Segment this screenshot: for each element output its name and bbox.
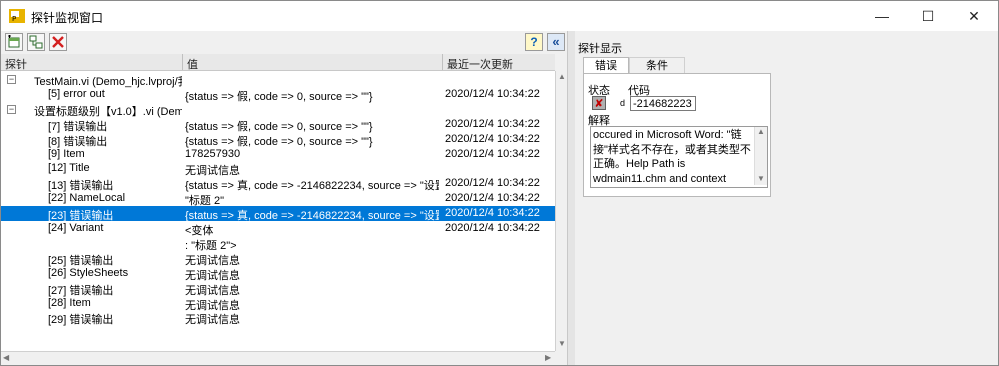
column-updated[interactable]: 最近一次更新 [447, 56, 513, 72]
add-probe-button[interactable] [5, 33, 23, 51]
probe-tree: − TestMain.vi (Demo_hjc.lvproj/我 [5] error… [1, 71, 555, 351]
toolbar: ? « [1, 31, 567, 53]
error-tab-panel: 状态 代码 ✘ d -214682223 解释 occured in Micro… [583, 73, 771, 197]
probe-watch-window: P 探针监视窗口 — ☐ ✕ ? « 探针 值 最近一次更新 − TestMai… [0, 0, 999, 366]
maximize-button[interactable]: ☐ [905, 1, 951, 31]
probe-name: [5] error out [48, 87, 105, 100]
tree-row[interactable]: − 设置标题级别【v1.0】.vi (Demo_ [1, 102, 555, 118]
title-bar: P 探针监视窗口 — ☐ ✕ [1, 1, 998, 31]
labview-app-icon: P [9, 9, 25, 23]
probe-updated: 2020/12/4 10:34:22 [445, 117, 540, 130]
tab-error-label: 错误 [595, 60, 617, 72]
scroll-down-icon[interactable]: ▼ [757, 174, 765, 183]
tree-row[interactable]: [29] 错误输出 无调试信息 [1, 310, 555, 327]
code-radix-indicator[interactable]: d [620, 98, 625, 108]
help-icon: ? [530, 35, 538, 49]
tree-row[interactable]: [7] 错误输出 {status => 假, code => 0, source … [1, 117, 555, 133]
scroll-right-icon[interactable]: ▶ [545, 353, 551, 362]
tree-row[interactable]: [13] 错误输出 {status => 真, code => -21468222… [1, 176, 555, 192]
tree-row[interactable]: [12] Title 无调试信息 [1, 161, 555, 177]
probe-updated: 2020/12/4 10:34:22 [445, 177, 540, 190]
tree-row[interactable]: : "标题 2"> [1, 236, 555, 252]
column-divider[interactable] [442, 54, 443, 70]
scroll-left-icon[interactable]: ◀ [3, 353, 9, 362]
status-indicator: ✘ [592, 96, 606, 110]
column-probe[interactable]: 探针 [5, 56, 27, 72]
minimize-button[interactable]: — [859, 1, 905, 31]
tree-row[interactable]: − TestMain.vi (Demo_hjc.lvproj/我 [1, 72, 555, 88]
probe-name: [12] Title [48, 162, 90, 175]
probe-updated: 2020/12/4 10:34:22 [445, 87, 540, 100]
collapse-panel-button[interactable]: « [547, 33, 565, 51]
tree-row[interactable]: [5] error out {status => 假, code => 0, so… [1, 87, 555, 103]
probe-name: [22] NameLocal [48, 192, 126, 205]
svg-text:P: P [12, 15, 16, 23]
collapse-icon[interactable]: − [7, 104, 16, 114]
scroll-up-icon[interactable]: ▲ [558, 72, 566, 81]
probe-display-pane: 探针显示 错误 条件 状态 代码 ✘ d -214682223 解释 occur… [575, 31, 998, 365]
tree-row[interactable]: [22] NameLocal "标题 2" 2020/12/4 10:34:22 [1, 191, 555, 207]
add-probe-icon [8, 35, 20, 48]
explanation-scrollbar[interactable]: ▲ ▼ [754, 127, 767, 185]
explanation-box[interactable]: occured in Microsoft Word: "链接"样式名不存在，或者… [590, 126, 768, 188]
tab-condition-label: 条件 [646, 60, 668, 72]
probe-name: [9] Item [48, 147, 85, 160]
probe-updated: 2020/12/4 10:34:22 [445, 147, 540, 160]
tree-row[interactable]: [27] 错误输出 无调试信息 [1, 281, 555, 297]
tree-row[interactable]: [26] StyleSheets 无调试信息 [1, 266, 555, 282]
probe-list-pane: ? « 探针 值 最近一次更新 − TestMain.vi (Demo_hjc.l… [1, 31, 568, 365]
window-title: 探针监视窗口 [31, 11, 104, 25]
column-value[interactable]: 值 [187, 56, 198, 72]
column-divider[interactable] [182, 54, 183, 70]
error-x-icon: ✘ [594, 97, 604, 110]
tree-row[interactable]: [9] Item 178257930 2020/12/4 10:34:22 [1, 147, 555, 162]
delete-probe-icon [52, 36, 64, 48]
add-probes-icon [29, 35, 43, 49]
column-header: 探针 值 最近一次更新 [1, 54, 555, 71]
probe-name: [29] 错误输出 [48, 314, 114, 327]
probe-name: [28] Item [48, 296, 91, 309]
tree-row[interactable]: [25] 错误输出 无调试信息 [1, 251, 555, 267]
tab-error[interactable]: 错误 [583, 57, 629, 73]
probe-name: [26] StyleSheets [48, 266, 129, 279]
add-probes-button[interactable] [27, 33, 45, 51]
collapse-icon[interactable]: − [7, 75, 16, 84]
probe-name: [24] Variant [48, 222, 104, 234]
horizontal-scrollbar[interactable]: ◀ ▶ [1, 351, 555, 364]
probe-updated: 2020/12/4 10:34:22 [445, 192, 540, 205]
tab-strip: 错误 条件 [583, 57, 769, 73]
tree-row[interactable]: [23] 错误输出 {status => 真, code => -21468222… [1, 206, 555, 222]
double-chevron-left-icon: « [552, 34, 560, 49]
tab-condition[interactable]: 条件 [629, 57, 685, 73]
explanation-text: occured in Microsoft Word: "链接"样式名不存在，或者… [593, 129, 751, 185]
probe-updated: 2020/12/4 10:34:22 [445, 132, 540, 145]
tree-row[interactable]: [28] Item 无调试信息 [1, 296, 555, 312]
probe-updated: 2020/12/4 10:34:22 [445, 207, 540, 220]
delete-probe-button[interactable] [49, 33, 67, 51]
scroll-down-icon[interactable]: ▼ [558, 339, 566, 348]
help-button[interactable]: ? [525, 33, 543, 51]
probe-updated: 2020/12/4 10:34:22 [445, 222, 540, 234]
probe-value: 178257930 [185, 147, 241, 160]
tree-row[interactable]: [24] Variant <变体 2020/12/4 10:34:22 [1, 221, 555, 237]
code-field[interactable]: -214682223 [630, 96, 696, 111]
probe-value: 无调试信息 [185, 314, 240, 327]
client-area: ? « 探针 值 最近一次更新 − TestMain.vi (Demo_hjc.l… [1, 31, 998, 365]
close-button[interactable]: ✕ [951, 1, 997, 31]
scroll-up-icon[interactable]: ▲ [757, 127, 765, 136]
tree-row[interactable]: [8] 错误输出 {status => 假, code => 0, source … [1, 132, 555, 148]
probe-display-title: 探针显示 [578, 43, 622, 55]
